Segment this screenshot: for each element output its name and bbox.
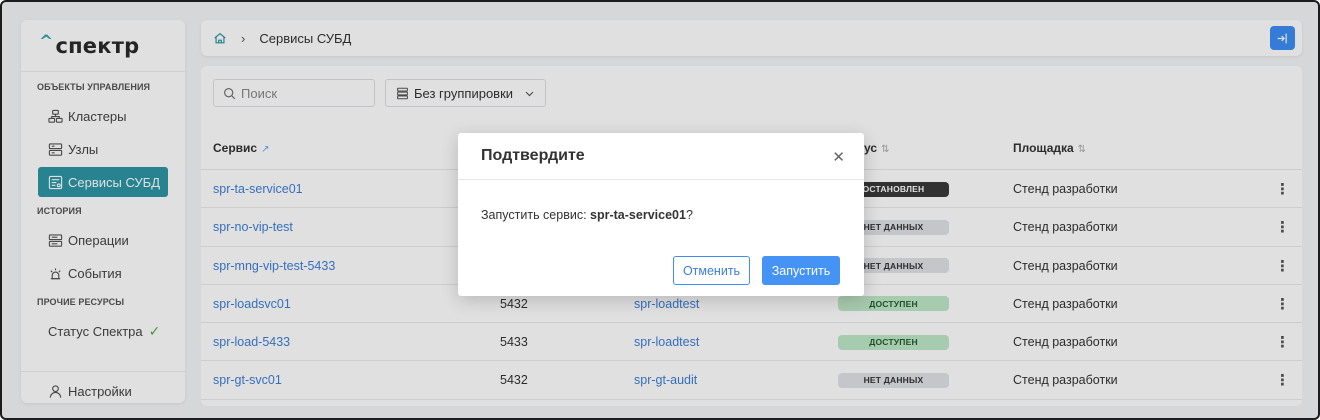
run-button[interactable]: Запустить — [762, 256, 840, 285]
dialog-message-prefix: Запустить сервис: — [481, 208, 591, 222]
dialog-message-suffix: ? — [685, 208, 693, 222]
dialog-message: Запустить сервис: spr-ta-service01? — [458, 180, 864, 222]
dialog-title: Подтвердите — [481, 147, 585, 164]
confirm-dialog: Подтвердите ✕ Запустить сервис: spr-ta-s… — [458, 133, 864, 296]
cancel-button[interactable]: Отменить — [673, 256, 750, 285]
close-icon[interactable]: ✕ — [832, 148, 845, 166]
dialog-service-name: spr-ta-service01 — [590, 208, 686, 222]
app-window: ^ спектр Объекты управления Кластеры Узлы… — [0, 0, 1320, 420]
dialog-header: Подтвердите ✕ — [458, 133, 864, 180]
dialog-actions: Отменить Запустить — [673, 256, 840, 285]
